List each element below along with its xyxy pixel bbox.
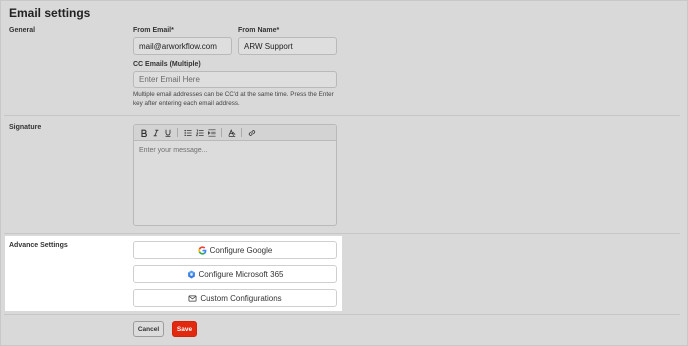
google-icon [198,245,207,255]
cancel-button[interactable]: Cancel [133,321,164,337]
toolbar-separator [241,128,242,137]
from-name-label: From Name* [238,27,280,34]
cc-emails-input[interactable] [133,71,337,88]
italic-icon[interactable] [150,127,161,139]
numbered-list-icon[interactable] [194,127,205,139]
configure-microsoft-button[interactable]: Configure Microsoft 365 [133,265,337,283]
from-email-input[interactable] [133,37,232,55]
signature-textarea[interactable] [134,141,336,225]
from-name-input[interactable] [238,37,337,55]
section-label-general: General [9,27,36,34]
bold-icon[interactable] [138,127,149,139]
toolbar-separator [177,128,178,137]
custom-configurations-button[interactable]: Custom Configurations [133,289,337,307]
custom-configurations-label: Custom Configurations [200,293,282,303]
microsoft-365-icon [187,270,195,278]
mail-icon [188,295,197,301]
save-button[interactable]: Save [172,321,197,337]
cc-emails-helper: Multiple email addresses can be CC'd at … [133,91,334,107]
cc-emails-label: CC Emails (Multiple) [133,61,201,68]
toolbar-separator [221,128,222,137]
indent-icon[interactable] [206,127,217,139]
signature-editor [133,124,337,226]
section-label-signature: Signature [9,124,42,131]
from-email-label: From Email* [133,27,174,34]
clear-format-icon[interactable] [226,127,237,139]
configure-google-button[interactable]: Configure Google [133,241,337,259]
configure-google-label: Configure Google [209,245,273,255]
editor-toolbar [134,125,336,141]
page-title: Email settings [9,6,91,20]
link-icon[interactable] [246,127,257,139]
underline-icon[interactable] [162,127,173,139]
bulleted-list-icon[interactable] [182,127,193,139]
divider [4,233,680,234]
divider [4,314,680,315]
section-label-advance-settings: Advance Settings [9,242,68,249]
configure-microsoft-label: Configure Microsoft 365 [198,269,284,279]
divider [4,115,680,116]
